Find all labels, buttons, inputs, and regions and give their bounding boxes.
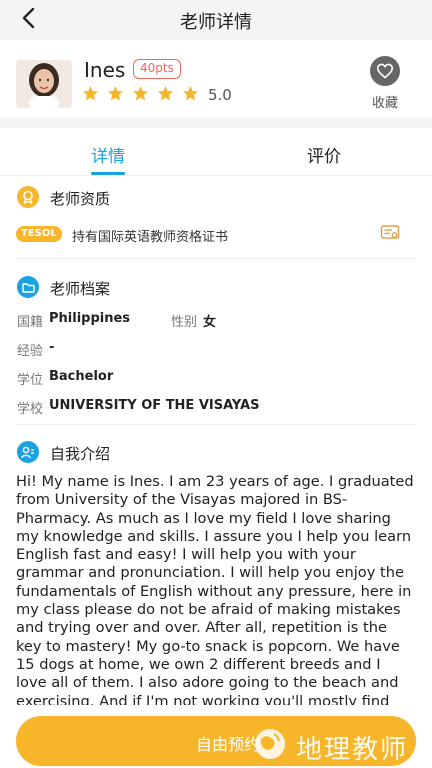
watermark-text: 地理教师 [296, 735, 409, 765]
experience-value: - [49, 340, 55, 355]
school-value: UNIVERSITY OF THE VISAYAS [49, 398, 260, 413]
section-divider [0, 118, 432, 128]
star-rating [82, 85, 199, 102]
experience-label: 经验 [17, 344, 44, 359]
nav-bar: 老师详情 [0, 0, 432, 40]
heart-icon [376, 63, 394, 79]
teacher-name: Ines [84, 58, 126, 82]
star-icon [83, 86, 98, 101]
intro-title: 自我介绍 [50, 445, 111, 463]
profile-title: 老师档案 [50, 280, 111, 298]
gender-value: 女 [203, 315, 217, 330]
divider-line [16, 258, 416, 259]
star-icon [108, 86, 123, 101]
points-badge: 40pts [133, 59, 181, 79]
teacher-profile-card: Ines 40pts 5.0 收藏 [0, 40, 432, 118]
star-icon [183, 86, 198, 101]
gender-label: 性别 [171, 315, 198, 330]
nationality-label: 国籍 [17, 315, 44, 330]
folder-icon [17, 276, 39, 298]
star-icon [133, 86, 148, 101]
intro-text: Hi! My name is Ines. I am 23 years of ag… [16, 473, 414, 705]
tab-indicator [91, 172, 125, 175]
rating-value: 5.0 [208, 86, 232, 104]
qualification-title: 老师资质 [50, 190, 111, 208]
tab-details[interactable]: 详情 [91, 142, 125, 167]
degree-value: Bachelor [49, 369, 114, 384]
user-card-icon [17, 441, 39, 463]
tesol-badge: TESOL [16, 226, 62, 242]
school-label: 学校 [17, 402, 44, 417]
favorite-label[interactable]: 收藏 [372, 92, 398, 111]
medal-icon [17, 186, 39, 208]
star-icon [158, 86, 173, 101]
page-title: 老师详情 [180, 12, 252, 33]
certificate-text: 持有国际英语教师资格证书 [72, 230, 229, 245]
degree-label: 学位 [17, 373, 44, 388]
nationality-value: Philippines [49, 311, 131, 326]
favorite-button[interactable] [370, 56, 400, 86]
tab-reviews[interactable]: 评价 [307, 142, 341, 167]
tab-bar: 详情 评价 [0, 128, 432, 176]
certificate-icon[interactable] [380, 224, 400, 242]
avatar[interactable] [16, 60, 72, 108]
divider-line [16, 424, 416, 425]
